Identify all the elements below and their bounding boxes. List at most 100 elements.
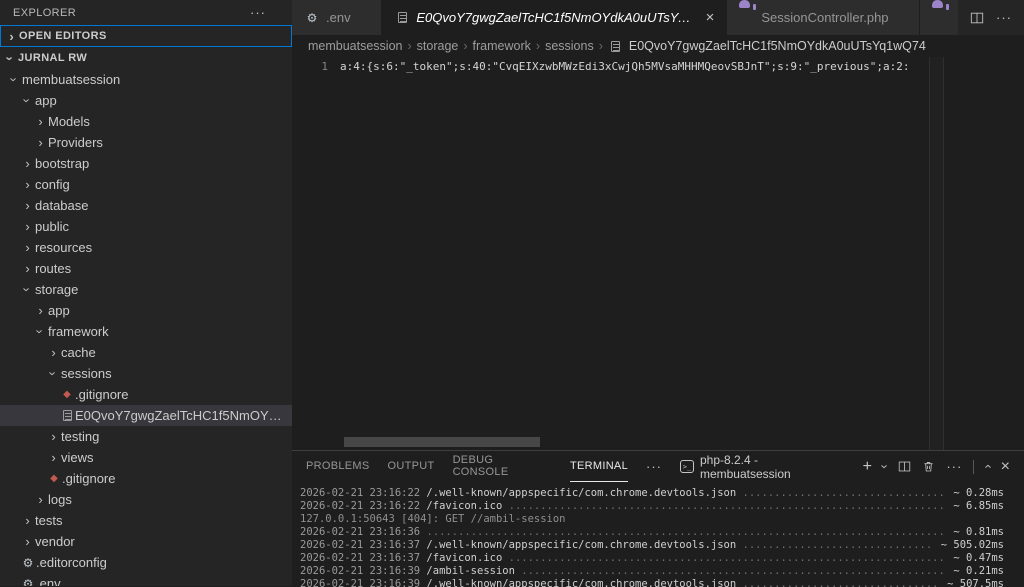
more-actions-icon[interactable]: ··· [646,451,662,482]
terminal-line: 2026-02-21 23:16:22 /.well-known/appspec… [300,487,1004,500]
breadcrumb-separator: › [536,39,540,53]
editor-vertical-scrollbar[interactable] [929,57,944,450]
tree-item-e0qvoy7gwgzaeltchc1f5nmoydka0uutsyq1wq74[interactable]: E0QvoY7gwgZaelTcHC1f5NmOYdkA0uUTsYq1wQ74 [0,405,292,426]
maximize-panel-icon[interactable] [985,460,989,473]
new-terminal-button[interactable] [863,459,872,475]
breadcrumb-separator: › [463,39,467,53]
tree-item-sessions[interactable]: sessions [0,363,292,384]
tree-item-app[interactable]: app [0,90,292,111]
editor-area: .env E0QvoY7gwgZaelTcHC1f5NmOYdkA0uUTsYq… [292,0,1024,586]
tree-item-gitignore[interactable]: .gitignore [0,384,292,405]
chevron-icon [20,535,35,548]
tree-item-bootstrap[interactable]: bootstrap [0,153,292,174]
kill-terminal-icon[interactable] [922,460,935,473]
terminal-line: 127.0.0.1:50643 [404]: GET //ambil-sessi… [300,513,1004,526]
terminal-duration: ~ 0.81ms [947,526,1004,539]
terminal-duration: ~ 0.21ms [947,565,1004,578]
tree-item-gitignore[interactable]: .gitignore [0,468,292,489]
tree-item-label: membuatsession [22,72,126,87]
breadcrumb-item-storage[interactable]: storage [417,39,459,53]
tree-item-membuatsession[interactable]: membuatsession [0,69,292,90]
tree-item-label: database [35,198,95,213]
breadcrumb-label: E0QvoY7gwgZaelTcHC1f5NmOYdkA0uUTsYq1wQ74 [629,39,926,53]
terminal-path: /favicon.ico [420,552,509,565]
tab-sessioncontroller-php[interactable]: SessionController.php [727,0,920,35]
tree-item-label: cache [61,345,102,360]
editor-horizontal-scrollbar[interactable] [344,437,540,447]
chevron-icon [46,367,61,380]
tree-item-editorconfig[interactable]: .editorconfig [0,552,292,573]
tree-item-label: views [61,450,100,465]
tree-item-routes[interactable]: routes [0,258,292,279]
tree-item-label: app [48,303,76,318]
tree-item-vendor[interactable]: vendor [0,531,292,552]
tab-env[interactable]: .env [292,0,382,35]
tree-item-label: sessions [61,366,118,381]
chevron-icon [20,262,35,275]
tree-item-models[interactable]: Models [0,111,292,132]
tree-item-env[interactable]: .env [0,573,292,586]
tree-item-storage[interactable]: storage [0,279,292,300]
file-icon [608,41,624,52]
tree-item-tests[interactable]: tests [0,510,292,531]
shell-selector[interactable]: php-8.2.4 - membuatsession [680,453,852,481]
tree-item-framework[interactable]: framework [0,321,292,342]
tree-item-public[interactable]: public [0,216,292,237]
tree-item-database[interactable]: database [0,195,292,216]
gear-icon [304,0,320,35]
panel-tab-problems[interactable]: PROBLEMS [306,451,370,482]
breadcrumb-label: storage [417,39,459,53]
tree-item-label: Providers [48,135,109,150]
terminal-line: 2026-02-21 23:16:39 /ambil-session .....… [300,565,1004,578]
workspace-section[interactable]: JURNAL RW [0,47,292,69]
tree-item-logs[interactable]: logs [0,489,292,510]
split-terminal-icon[interactable] [898,460,911,473]
tree-item-resources[interactable]: resources [0,237,292,258]
more-actions-icon[interactable]: ··· [996,10,1012,25]
terminal-timestamp: 2026-02-21 23:16:36 [300,526,420,539]
terminal-dropdown-icon[interactable] [883,460,887,473]
chevron-icon [20,94,35,107]
breadcrumb-separator: › [408,39,412,53]
chevron-icon [33,493,48,506]
tree-item-label: framework [48,324,115,339]
breadcrumb-item-sessions[interactable]: sessions [545,39,594,53]
more-actions-icon[interactable]: ··· [250,5,266,20]
panel-tab-terminal[interactable]: TERMINAL [570,451,628,482]
more-actions-icon[interactable] [946,460,962,473]
close-icon[interactable] [706,10,715,25]
terminal-duration: ~ 0.47ms [947,552,1004,565]
tab-w[interactable]: w [920,0,958,35]
file-icon [394,0,410,35]
tab-label: SessionController.php [761,10,888,25]
split-editor-icon[interactable] [970,11,984,25]
breadcrumb-item-framework[interactable]: framework [473,39,531,53]
breadcrumb-item-e0qvoy7gwgzaeltchc1f5nmoydka0uutsyq1wq74[interactable]: E0QvoY7gwgZaelTcHC1f5NmOYdkA0uUTsYq1wQ74 [608,39,926,53]
tree-item-cache[interactable]: cache [0,342,292,363]
terminal-dots: ........................................… [743,539,935,552]
tree-item-app[interactable]: app [0,300,292,321]
terminal-timestamp: 2026-02-21 23:16:39 [300,565,420,578]
chevron-down-icon [3,52,18,65]
terminal-output[interactable]: 2026-02-21 23:16:22 /.well-known/appspec… [292,482,1024,587]
panel-tabs: PROBLEMS OUTPUT DEBUG CONSOLE TERMINAL [306,451,628,482]
panel-tab-debug-console[interactable]: DEBUG CONSOLE [453,451,552,482]
tree-item-providers[interactable]: Providers [0,132,292,153]
editor-content[interactable]: 1 a:4:{s:6:"_token";s:40:"CvqEIXzwbMWzEd… [292,57,1024,450]
tree-item-testing[interactable]: testing [0,426,292,447]
terminal-dots: ........................................… [509,552,947,565]
tree-item-label: storage [35,282,84,297]
open-editors-section[interactable]: OPEN EDITORS [0,25,292,47]
tree-item-config[interactable]: config [0,174,292,195]
gear-icon [20,573,36,586]
tree-item-views[interactable]: views [0,447,292,468]
breadcrumb-separator: › [599,39,603,53]
code-line: 1 a:4:{s:6:"_token";s:40:"CvqEIXzwbMWzEd… [292,57,1024,76]
terminal-duration: ~ 505.02ms [934,539,1004,552]
chevron-icon [33,115,48,128]
tab-e0qvoy7gwgzaeltchc1f5nmoydka0uutsyq1wq74[interactable]: E0QvoY7gwgZaelTcHC1f5NmOYdkA0uUTsYq1wQ74 [382,0,727,35]
close-panel-icon[interactable] [1001,459,1010,475]
breadcrumb-item-membuatsession[interactable]: membuatsession [308,39,403,53]
tree-item-label: testing [61,429,105,444]
panel-tab-output[interactable]: OUTPUT [388,451,435,482]
